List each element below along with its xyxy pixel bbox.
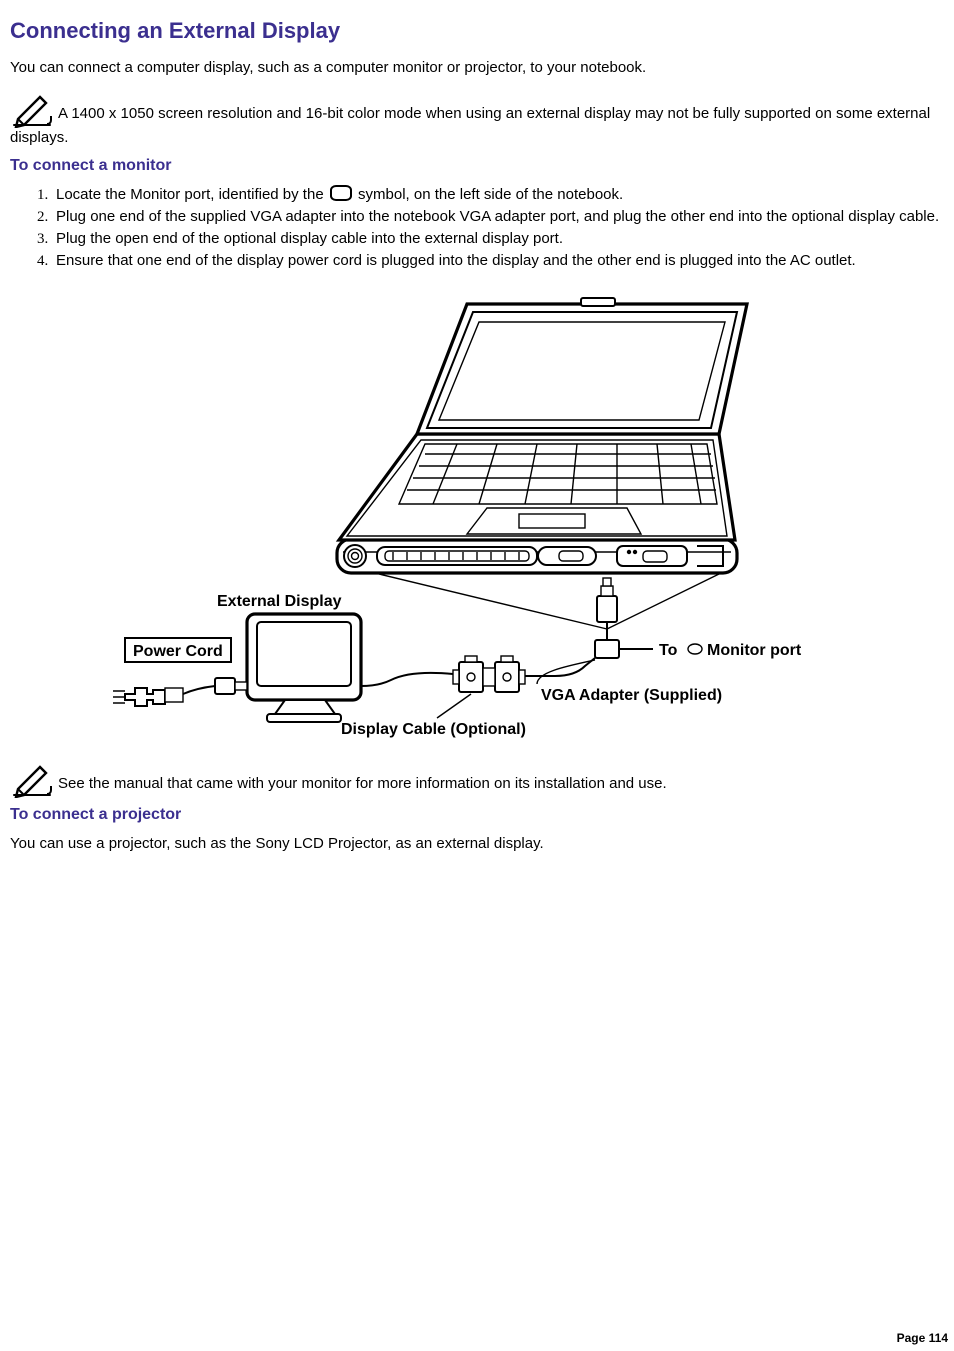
note-manual-text: See the manual that came with your monit… <box>58 775 667 792</box>
pencil-note-icon <box>10 764 54 798</box>
label-external-display: External Display <box>217 593 342 610</box>
document-page: Connecting an External Display You can c… <box>0 0 954 1351</box>
svg-text:Display Cable (Optional): Display Cable (Optional) <box>341 721 526 738</box>
heading-connect-projector: To connect a projector <box>10 806 944 824</box>
page-number: Page 114 <box>897 1331 948 1345</box>
external-monitor <box>215 614 453 722</box>
heading-connect-monitor: To connect a monitor <box>10 157 944 175</box>
svg-text:Monitor port: Monitor port <box>707 642 802 659</box>
step-3: Plug the open end of the optional displa… <box>52 229 944 249</box>
svg-text:VGA Adapter (Supplied): VGA Adapter (Supplied) <box>541 687 722 704</box>
step-2: Plug one end of the supplied VGA adapter… <box>52 207 944 227</box>
pencil-note-icon <box>10 94 54 128</box>
notebook-side-rail <box>337 539 737 573</box>
step-1b: symbol, on the left side of the notebook… <box>354 186 623 203</box>
label-power-cord: Power Cord <box>125 638 231 662</box>
to-port-prefix: To <box>659 642 678 659</box>
vga-adapter <box>595 578 651 658</box>
note-manual: See the manual that came with your monit… <box>10 764 944 798</box>
projector-paragraph: You can use a projector, such as the Son… <box>10 834 944 854</box>
note-resolution-text: A 1400 x 1050 screen resolution and 16-b… <box>10 105 930 146</box>
intro-paragraph: You can connect a computer display, such… <box>10 58 944 78</box>
power-plug <box>113 686 215 706</box>
note-resolution: A 1400 x 1050 screen resolution and 16-b… <box>10 94 944 148</box>
label-display-cable: Display Cable (Optional) <box>341 694 526 738</box>
svg-text:To: To <box>659 642 678 659</box>
step-1: Locate the Monitor port, identified by t… <box>52 185 944 205</box>
figure-external-display: To Monitor port VGA Adapter (Supplied) <box>10 294 944 748</box>
notebook-body <box>339 298 747 540</box>
diagram-svg: To Monitor port VGA Adapter (Supplied) <box>107 294 847 744</box>
steps-list: Locate the Monitor port, identified by t… <box>34 185 944 272</box>
svg-text:Power Cord: Power Cord <box>133 643 223 660</box>
step-1a: Locate the Monitor port, identified by t… <box>56 186 328 203</box>
step-4: Ensure that one end of the display power… <box>52 251 944 271</box>
label-to-monitor-port: To Monitor port <box>619 642 802 659</box>
page-title: Connecting an External Display <box>10 18 944 44</box>
to-port-suffix: Monitor port <box>707 642 802 659</box>
label-vga-adapter: VGA Adapter (Supplied) <box>537 660 722 704</box>
monitor-port-icon <box>330 185 352 201</box>
callout-lines <box>379 574 719 629</box>
